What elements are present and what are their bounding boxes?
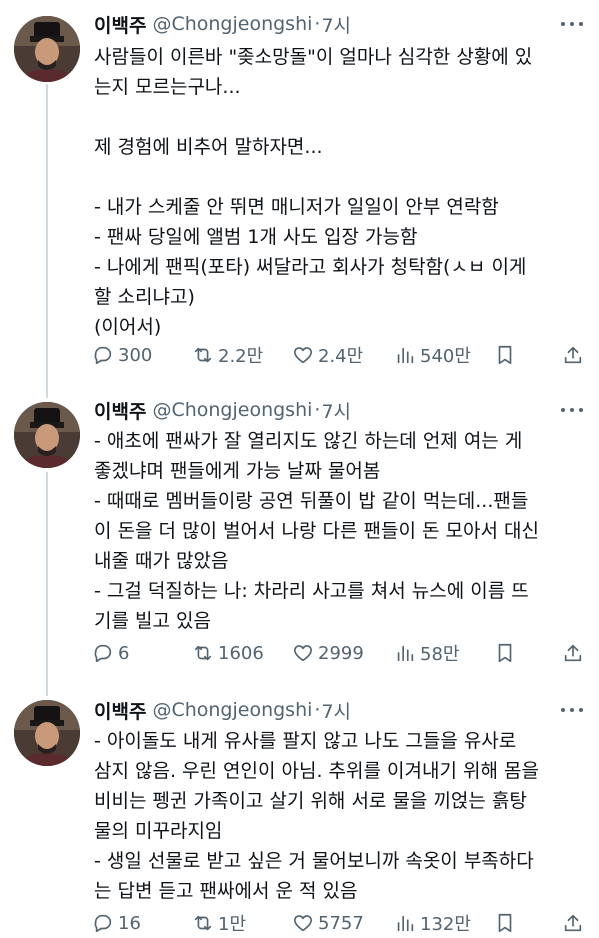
tweet-header: 이백주 @Chongjeongshi · 7시 [94,696,351,724]
reply-icon [94,346,112,365]
bookmark-button[interactable] [494,638,516,668]
bookmark-icon [498,913,512,933]
avatar[interactable] [14,700,80,766]
tweet-header: 이백주 @Chongjeongshi · 7시 [94,10,351,38]
tweet-text: - 애초에 팬싸가 잘 열리지도 않긴 하는데 언제 여는 게 좋겠냐며 팬들에… [94,430,539,632]
share-icon [564,644,582,662]
separator-dot: · [314,699,321,721]
avatar[interactable] [14,16,80,82]
views-count: 58만 [420,644,460,665]
avatar[interactable] [14,402,80,468]
display-name[interactable]: 이백주 [94,697,146,724]
tweet[interactable]: 이백주 @Chongjeongshi · 7시 사람들이 이른바 "좆소망돌"이… [0,0,599,392]
views-count: 132만 [420,914,471,935]
views-icon [397,347,414,364]
like-count: 5757 [318,912,364,934]
thread-line [46,84,48,392]
retweet-button[interactable]: 1606 [192,638,264,668]
more-icon[interactable] [561,700,583,720]
thread-line [46,392,48,398]
timestamp[interactable]: 7시 [321,697,351,724]
like-button[interactable]: 2.4만 [292,340,363,370]
user-handle[interactable]: @Chongjeongshi [152,13,312,35]
reply-icon [94,914,112,933]
share-button[interactable] [562,638,584,668]
retweet-count: 2.2만 [218,346,264,367]
tweet-text: 사람들이 이른바 "좆소망돌"이 얼마나 심각한 상황에 있 는지 모르는구나.… [94,46,533,338]
tweet-text: - 아이돌도 내게 유사를 팔지 않고 나도 그들을 유사로 삼지 않음. 우린… [94,730,539,902]
reply-button[interactable]: 6 [92,638,129,668]
views-button[interactable]: 132만 [394,908,471,938]
share-icon [564,914,582,932]
display-name[interactable]: 이백주 [94,397,146,424]
retweet-icon [194,645,212,661]
heart-icon [293,645,313,662]
retweet-icon [194,347,212,363]
retweet-count: 1만 [218,914,247,935]
retweet-count: 1606 [218,642,264,664]
like-button[interactable]: 2999 [292,638,364,668]
tweet-actions: 6 1606 2999 58만 [92,638,592,668]
separator-dot: · [314,13,321,35]
more-icon[interactable] [561,14,583,34]
timestamp[interactable]: 7시 [321,11,351,38]
user-handle[interactable]: @Chongjeongshi [152,699,312,721]
thread-line [46,688,48,696]
retweet-button[interactable]: 2.2만 [192,340,263,370]
like-button[interactable]: 5757 [292,908,364,938]
like-count: 2999 [318,642,364,664]
reply-button[interactable]: 300 [92,340,152,370]
bookmark-icon [498,345,512,365]
retweet-button[interactable]: 1만 [192,908,246,938]
share-button[interactable] [562,340,584,370]
tweet[interactable]: 이백주 @Chongjeongshi · 7시 - 애초에 팬싸가 잘 열리지도… [0,392,599,688]
share-button[interactable] [562,908,584,938]
thread-line [46,472,48,688]
reply-count: 6 [118,642,130,664]
user-handle[interactable]: @Chongjeongshi [152,399,312,421]
reply-count: 300 [118,344,153,366]
tweet-header: 이백주 @Chongjeongshi · 7시 [94,396,351,424]
bookmark-button[interactable] [494,908,516,938]
display-name[interactable]: 이백주 [94,11,146,38]
tweet-actions: 300 2.2만 2.4만 540만 [92,340,592,370]
timestamp[interactable]: 7시 [321,397,351,424]
reply-count: 16 [118,912,141,934]
more-icon[interactable] [561,400,583,420]
bookmark-button[interactable] [494,340,516,370]
heart-icon [293,915,313,932]
reply-button[interactable]: 16 [92,908,141,938]
bookmark-icon [498,643,512,663]
views-button[interactable]: 58만 [394,638,459,668]
retweet-icon [194,915,212,931]
views-button[interactable]: 540만 [394,340,471,370]
tweet-actions: 16 1만 5757 132만 [92,908,592,938]
views-count: 540만 [420,346,471,367]
share-icon [564,346,582,364]
tweet[interactable]: 이백주 @Chongjeongshi · 7시 - 아이돌도 내게 유사를 팔지… [0,688,599,936]
heart-icon [293,347,313,364]
views-icon [397,645,414,662]
reply-icon [94,644,112,663]
like-count: 2.4만 [318,346,364,367]
separator-dot: · [314,399,321,421]
views-icon [397,915,414,932]
